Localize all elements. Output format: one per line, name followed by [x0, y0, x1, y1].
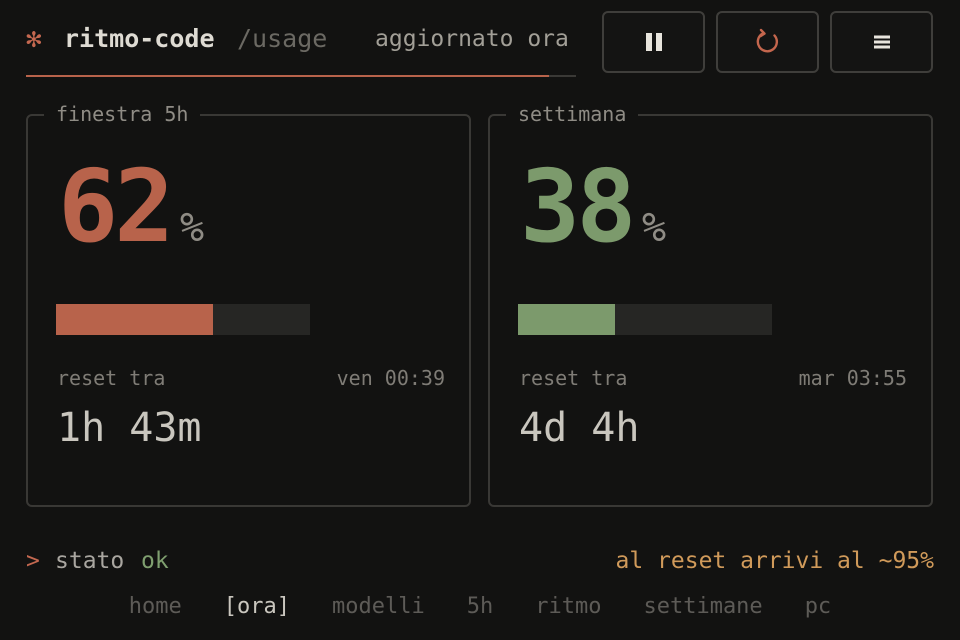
header-progress-bar — [26, 75, 576, 77]
nav-item-home[interactable]: home — [129, 592, 182, 624]
menu-icon — [873, 35, 890, 49]
menu-button[interactable] — [830, 11, 933, 73]
header-progress-fill — [26, 75, 549, 77]
reset-label: reset tra — [57, 366, 166, 390]
reset-countdown: 1h 43m — [57, 405, 202, 451]
status-row: > stato ok al reset arrivi al ~95% — [26, 546, 934, 578]
pause-icon — [645, 33, 662, 51]
pause-button[interactable] — [602, 11, 705, 73]
usage-bar-fill — [518, 304, 615, 335]
prompt-symbol: > — [26, 548, 40, 574]
reset-time: mar 03:55 — [798, 366, 907, 390]
forecast-text: al reset arrivi al ~95% — [615, 548, 935, 574]
panel-week: settimana 38 % reset tra mar 03:55 4d 4h — [488, 102, 933, 507]
logo-icon: ✻ — [26, 24, 42, 54]
refresh-button[interactable] — [716, 11, 819, 73]
panel-title: finestra 5h — [44, 102, 201, 126]
nav-item-ritmo[interactable]: ritmo — [535, 592, 601, 624]
status-label: stato — [55, 548, 125, 574]
reset-label: reset tra — [519, 366, 628, 390]
panel-5h-window: finestra 5h 62 % reset tra ven 00:39 1h … — [26, 102, 471, 507]
usage-bar — [518, 304, 772, 335]
percent-sign: % — [642, 205, 667, 251]
usage-percent: 38 — [520, 148, 636, 265]
refresh-icon — [756, 28, 778, 53]
percent-sign: % — [180, 205, 205, 251]
app-name: ritmo-code — [64, 24, 215, 53]
updated-status: aggiornato ora — [375, 26, 569, 52]
nav-item-ora[interactable]: [ora] — [224, 592, 290, 624]
usage-bar — [56, 304, 310, 335]
reset-countdown: 4d 4h — [519, 405, 640, 451]
status-value: ok — [141, 548, 169, 574]
nav-item-5h[interactable]: 5h — [467, 592, 494, 624]
usage-percent: 62 — [58, 148, 174, 265]
app-path: /usage — [237, 24, 328, 53]
panel-title: settimana — [506, 102, 639, 126]
header: ✻ ritmo-code /usage aggiornato ora — [26, 0, 576, 78]
nav-item-settimane[interactable]: settimane — [643, 592, 762, 624]
nav-item-modelli[interactable]: modelli — [332, 592, 425, 624]
usage-bar-fill — [56, 304, 214, 335]
reset-time: ven 00:39 — [336, 366, 445, 390]
nav-item-pc[interactable]: pc — [805, 592, 832, 624]
bottom-nav: home [ora] modelli 5h ritmo settimane pc — [0, 592, 960, 624]
